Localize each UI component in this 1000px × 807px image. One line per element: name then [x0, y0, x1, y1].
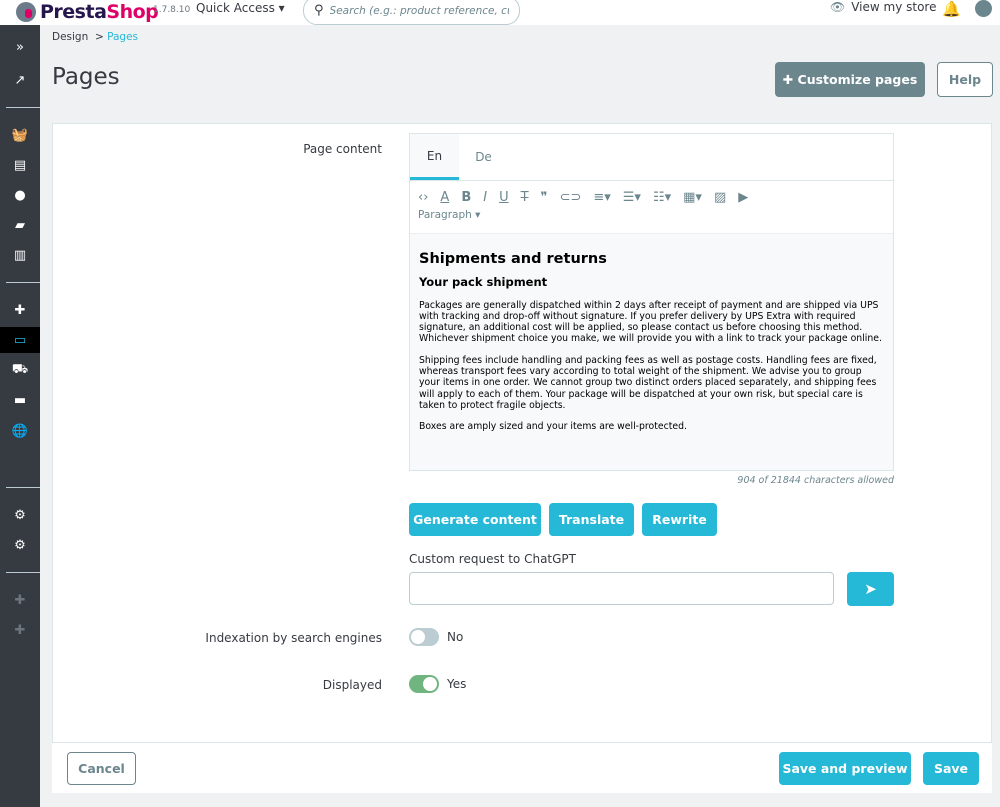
- divider: [6, 282, 40, 283]
- content-paragraph: Packages are generally dispatched within…: [419, 299, 882, 345]
- content-heading: Shipments and returns: [419, 251, 607, 267]
- view-store-link[interactable]: 👁 View my store: [830, 0, 936, 14]
- page-content-label: Page content: [303, 142, 382, 156]
- catalog-store-icon[interactable]: ▤: [0, 152, 40, 178]
- customers-icon[interactable]: ●: [0, 182, 40, 208]
- page-title: Pages: [52, 64, 120, 90]
- search-input[interactable]: ⚲ Search (e.g.: product reference, custon: [303, 0, 520, 25]
- rich-text-editor: En De ‹› A B I U T ❞ ⊂⊃ ≡▾ ☰▾ ☷▾ ▦▾ ▨ ▶ …: [409, 133, 894, 471]
- dashboard-trend-icon[interactable]: ↗: [0, 67, 40, 93]
- payment-card-icon[interactable]: ▬: [0, 387, 40, 413]
- content-paragraph: Boxes are amply sized and your items are…: [419, 421, 687, 433]
- save-and-preview-button[interactable]: Save and preview: [779, 752, 911, 785]
- underline-icon[interactable]: U: [499, 190, 509, 205]
- customize-pages-button[interactable]: ✚ Customize pages: [775, 62, 925, 97]
- tab-de[interactable]: De: [459, 134, 508, 180]
- numbered-list-icon[interactable]: ☷▾: [653, 190, 671, 205]
- divider: [6, 107, 40, 108]
- user-avatar-icon[interactable]: [975, 0, 992, 17]
- messages-icon[interactable]: ▰: [0, 212, 40, 238]
- paragraph-format-dropdown[interactable]: Paragraph ▾: [418, 209, 885, 221]
- sidebar: » ↗ 🧺 ▤ ● ▰ ▥ ✚ ▭ ⛟ ▬ 🌐 ⚙ ⚙ ✚ ✚: [0, 25, 40, 807]
- logo-icon: [16, 2, 36, 22]
- table-icon[interactable]: ▦▾: [683, 190, 702, 205]
- custom-request-input[interactable]: [409, 572, 834, 605]
- quick-access-dropdown[interactable]: Quick Access ▾: [196, 1, 285, 15]
- brand-text: Presta: [40, 1, 107, 23]
- advanced-settings-icon[interactable]: ⚙: [0, 532, 40, 558]
- breadcrumb-pages[interactable]: Pages: [107, 31, 138, 43]
- design-monitor-icon[interactable]: ▭: [0, 327, 40, 353]
- cancel-button[interactable]: Cancel: [67, 752, 136, 785]
- divider: [6, 487, 40, 488]
- puzzle-icon: ✚: [782, 72, 798, 87]
- view-store-label: View my store: [851, 0, 937, 14]
- caret-down-icon: ▾: [278, 1, 285, 15]
- indexation-toggle[interactable]: [409, 628, 439, 646]
- displayed-value: Yes: [447, 677, 467, 691]
- help-button[interactable]: Help: [937, 62, 993, 97]
- brand-text-accent: Shop: [106, 1, 159, 23]
- character-count: 904 of 21844 characters allowed: [737, 475, 894, 486]
- image-icon[interactable]: ▨: [714, 190, 726, 205]
- editor-toolbar: ‹› A B I U T ❞ ⊂⊃ ≡▾ ☰▾ ☷▾ ▦▾ ▨ ▶ Paragr…: [410, 181, 893, 234]
- search-placeholder: Search (e.g.: product reference, custon: [329, 4, 509, 17]
- send-request-button[interactable]: ➤: [847, 572, 894, 606]
- content-paragraph: Shipping fees include handling and packi…: [419, 354, 877, 411]
- link-icon[interactable]: ⊂⊃: [560, 190, 582, 205]
- divider: [6, 572, 40, 573]
- prestashop-logo[interactable]: PrestaShop: [16, 1, 159, 23]
- displayed-label: Displayed: [322, 678, 382, 692]
- bold-icon[interactable]: B: [461, 190, 471, 205]
- orders-basket-icon[interactable]: 🧺: [0, 122, 40, 148]
- source-code-icon[interactable]: ‹›: [418, 190, 428, 205]
- module-puzzle-icon[interactable]: ✚: [0, 587, 40, 613]
- paragraph-label: Paragraph: [418, 209, 472, 221]
- bell-icon[interactable]: 🔔: [942, 0, 961, 18]
- module-puzzle-icon[interactable]: ✚: [0, 617, 40, 643]
- media-icon[interactable]: ▶: [738, 190, 748, 205]
- custom-request-label: Custom request to ChatGPT: [409, 552, 576, 566]
- blockquote-icon[interactable]: ❞: [541, 190, 548, 205]
- breadcrumb: Design > Pages: [52, 31, 138, 43]
- stats-icon[interactable]: ▥: [0, 242, 40, 268]
- eye-icon: 👁: [830, 0, 846, 14]
- strikethrough-icon[interactable]: T: [521, 190, 529, 205]
- save-button[interactable]: Save: [923, 752, 979, 785]
- displayed-toggle[interactable]: [409, 675, 439, 693]
- editor-content[interactable]: Shipments and returns Your pack shipment…: [410, 234, 893, 470]
- text-color-icon[interactable]: A: [440, 190, 449, 205]
- tab-en[interactable]: En: [410, 134, 459, 180]
- bullet-list-icon[interactable]: ☰▾: [623, 190, 641, 205]
- align-icon[interactable]: ≡▾: [593, 190, 610, 205]
- modules-puzzle-icon[interactable]: ✚: [0, 297, 40, 323]
- search-icon: ⚲: [314, 3, 324, 18]
- content-subheading: Your pack shipment: [419, 275, 548, 290]
- generate-content-button[interactable]: Generate content: [409, 503, 541, 536]
- breadcrumb-separator: >: [94, 31, 104, 43]
- version: 1.7.8.10: [153, 5, 191, 15]
- shipping-truck-icon[interactable]: ⛟: [0, 357, 40, 383]
- indexation-value: No: [447, 630, 464, 644]
- breadcrumb-design[interactable]: Design: [52, 31, 88, 43]
- collapse-sidebar-icon[interactable]: »: [0, 34, 40, 60]
- quick-access-label: Quick Access: [196, 1, 275, 15]
- top-bar: PrestaShop 1.7.8.10 Quick Access ▾ ⚲ Sear…: [0, 0, 1000, 25]
- rewrite-button[interactable]: Rewrite: [642, 503, 717, 536]
- indexation-label: Indexation by search engines: [205, 631, 382, 645]
- translate-button[interactable]: Translate: [549, 503, 634, 536]
- settings-gear-icon[interactable]: ⚙: [0, 502, 40, 528]
- send-icon: ➤: [864, 580, 877, 598]
- customize-label: Customize pages: [797, 72, 918, 87]
- international-globe-icon[interactable]: 🌐: [0, 418, 40, 444]
- italic-icon[interactable]: I: [483, 190, 487, 205]
